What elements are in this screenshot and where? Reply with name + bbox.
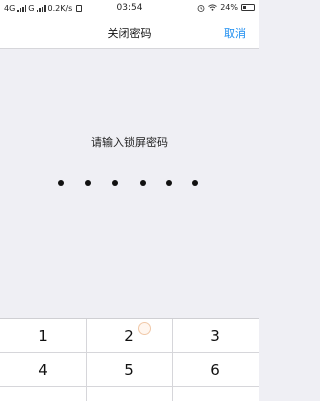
passcode-dot	[166, 180, 172, 186]
status-right: 24%	[197, 3, 255, 12]
passcode-dot	[85, 180, 91, 186]
battery-percent: 24%	[220, 3, 238, 12]
passcode-dots	[0, 180, 259, 190]
numeric-keypad: 1 2 3 4 5 6	[0, 318, 259, 401]
passcode-dot	[112, 180, 118, 186]
passcode-dot	[58, 180, 64, 186]
page-title: 关闭密码	[107, 27, 152, 40]
key-2[interactable]: 2	[86, 319, 172, 352]
keypad-divider	[0, 386, 259, 387]
key-4[interactable]: 4	[0, 353, 86, 386]
key-1[interactable]: 1	[0, 319, 86, 352]
battery-icon	[241, 4, 255, 11]
key-3[interactable]: 3	[172, 319, 258, 352]
wifi-icon	[208, 4, 218, 11]
key-6[interactable]: 6	[172, 353, 258, 386]
passcode-dot	[192, 180, 198, 186]
key-5[interactable]: 5	[86, 353, 172, 386]
touch-indicator-icon	[138, 322, 151, 335]
alarm-icon	[197, 4, 205, 12]
cancel-button[interactable]: 取消	[224, 25, 246, 41]
navigation-bar: 关闭密码 取消	[0, 18, 259, 49]
passcode-dot	[140, 180, 146, 186]
status-bar: 4G G 0.2K/s 03:54 24%	[0, 0, 259, 18]
passcode-prompt: 请输入锁屏密码	[91, 136, 168, 149]
